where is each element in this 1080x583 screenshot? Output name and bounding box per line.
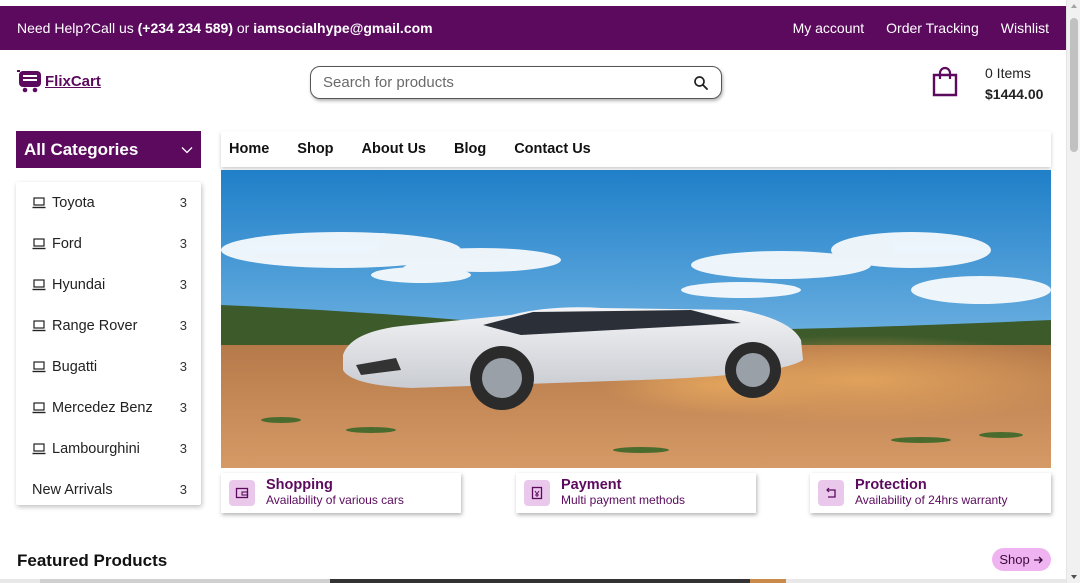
scroll-up-icon[interactable] [1071,4,1077,8]
category-label: Ford [52,235,82,252]
nav-shop[interactable]: Shop [297,141,333,157]
preview-segment [40,579,330,583]
all-categories-label: All Categories [24,139,139,159]
laptop-icon [32,360,46,372]
help-or: or [232,20,254,36]
arrow-right-icon [1033,556,1043,563]
nav-about-us[interactable]: About Us [362,141,426,157]
cart-count: 0 Items [985,65,1031,81]
order-tracking-link[interactable]: Order Tracking [886,20,979,36]
search-icon[interactable] [693,75,709,91]
category-label: Hyundai [52,276,106,293]
category-item-hyundai[interactable]: Hyundai 3 [16,264,201,305]
category-count: 3 [179,482,187,497]
laptop-icon [32,319,46,331]
category-label: Mercedez Benz [52,399,153,416]
cart-summary[interactable]: 0 Items $1444.00 [985,63,1043,105]
site-logo[interactable]: FlixCart [17,68,101,94]
scroll-down-icon[interactable] [1071,575,1077,579]
laptop-icon [32,196,46,208]
chevron-down-icon [181,146,193,153]
feature-shopping: Shopping Availability of various cars [221,473,461,513]
feature-title: Payment [561,477,622,493]
laptop-icon [32,442,46,454]
help-phone[interactable]: (+234 234 589) [138,20,233,36]
featured-products-heading: Featured Products [17,551,168,570]
feature-title: Protection [855,477,927,493]
category-item-new-arrivals[interactable]: New Arrivals 3 [16,469,201,510]
search-input[interactable] [323,74,693,91]
top-links: My account Order Tracking Wishlist [793,20,1049,36]
help-text: Need Help?Call us (+234 234 589) or iams… [17,20,793,36]
category-count: 3 [179,318,187,333]
category-label: New Arrivals [32,481,113,498]
all-categories-toggle[interactable]: All Categories [16,131,201,168]
feature-payment: Payment Multi payment methods [516,473,756,513]
feature-subtitle: Multi payment methods [561,493,686,507]
payment-icon [524,480,550,506]
category-label: Toyota [52,194,95,211]
preview-segment [330,579,750,583]
search-bar[interactable] [310,66,722,99]
category-count: 3 [179,400,187,415]
top-bar: Need Help?Call us (+234 234 589) or iams… [0,6,1066,50]
category-count: 3 [179,236,187,251]
help-email[interactable]: iamsocialhype@gmail.com [253,20,432,36]
category-count: 3 [179,277,187,292]
return-icon [818,480,844,506]
help-prefix: Need Help?Call us [17,20,138,36]
shop-button-label: Shop [999,552,1030,567]
category-list: Toyota 3 Ford 3 Hyundai 3 Range Rover 3 … [16,182,201,505]
page-scrollbar[interactable] [1066,0,1080,583]
hero-car-image [221,170,1051,468]
nav-contact-us[interactable]: Contact Us [514,141,591,157]
shop-button[interactable]: Shop [992,548,1051,571]
cart-logo-icon [17,70,41,93]
hero-banner [221,170,1051,468]
cart-total: $1444.00 [985,86,1044,102]
scrollbar-thumb[interactable] [1070,18,1078,152]
nav-home[interactable]: Home [229,141,269,157]
category-label: Lambourghini [52,440,140,457]
logo-text[interactable]: FlixCart [45,73,101,90]
nav-blog[interactable]: Blog [454,141,486,157]
category-count: 3 [179,441,187,456]
wallet-icon [229,480,255,506]
main-nav: Home Shop About Us Blog Contact Us [221,131,1051,167]
category-item-bugatti[interactable]: Bugatti 3 [16,346,201,387]
laptop-icon [32,401,46,413]
laptop-icon [32,278,46,290]
feature-text: Shopping Availability of various cars [266,478,404,508]
my-account-link[interactable]: My account [793,20,865,36]
category-label: Bugatti [52,358,98,375]
category-count: 3 [179,195,187,210]
category-item-lambourghini[interactable]: Lambourghini 3 [16,428,201,469]
feature-text: Payment Multi payment methods [561,478,685,508]
shopping-bag-icon[interactable] [931,66,959,98]
feature-subtitle: Availability of 24hrs warranty [855,493,1008,507]
feature-text: Protection Availability of 24hrs warrant… [855,478,1008,508]
category-item-range-rover[interactable]: Range Rover 3 [16,305,201,346]
laptop-icon [32,237,46,249]
category-item-ford[interactable]: Ford 3 [16,223,201,264]
bottom-preview-strip [0,579,1066,583]
wishlist-link[interactable]: Wishlist [1001,20,1049,36]
category-label: Range Rover [52,317,138,334]
category-item-mercedez-benz[interactable]: Mercedez Benz 3 [16,387,201,428]
feature-subtitle: Availability of various cars [266,493,404,507]
feature-title: Shopping [266,477,333,493]
preview-segment [750,579,786,583]
category-item-toyota[interactable]: Toyota 3 [16,182,201,223]
feature-protection: Protection Availability of 24hrs warrant… [810,473,1051,513]
category-count: 3 [179,359,187,374]
